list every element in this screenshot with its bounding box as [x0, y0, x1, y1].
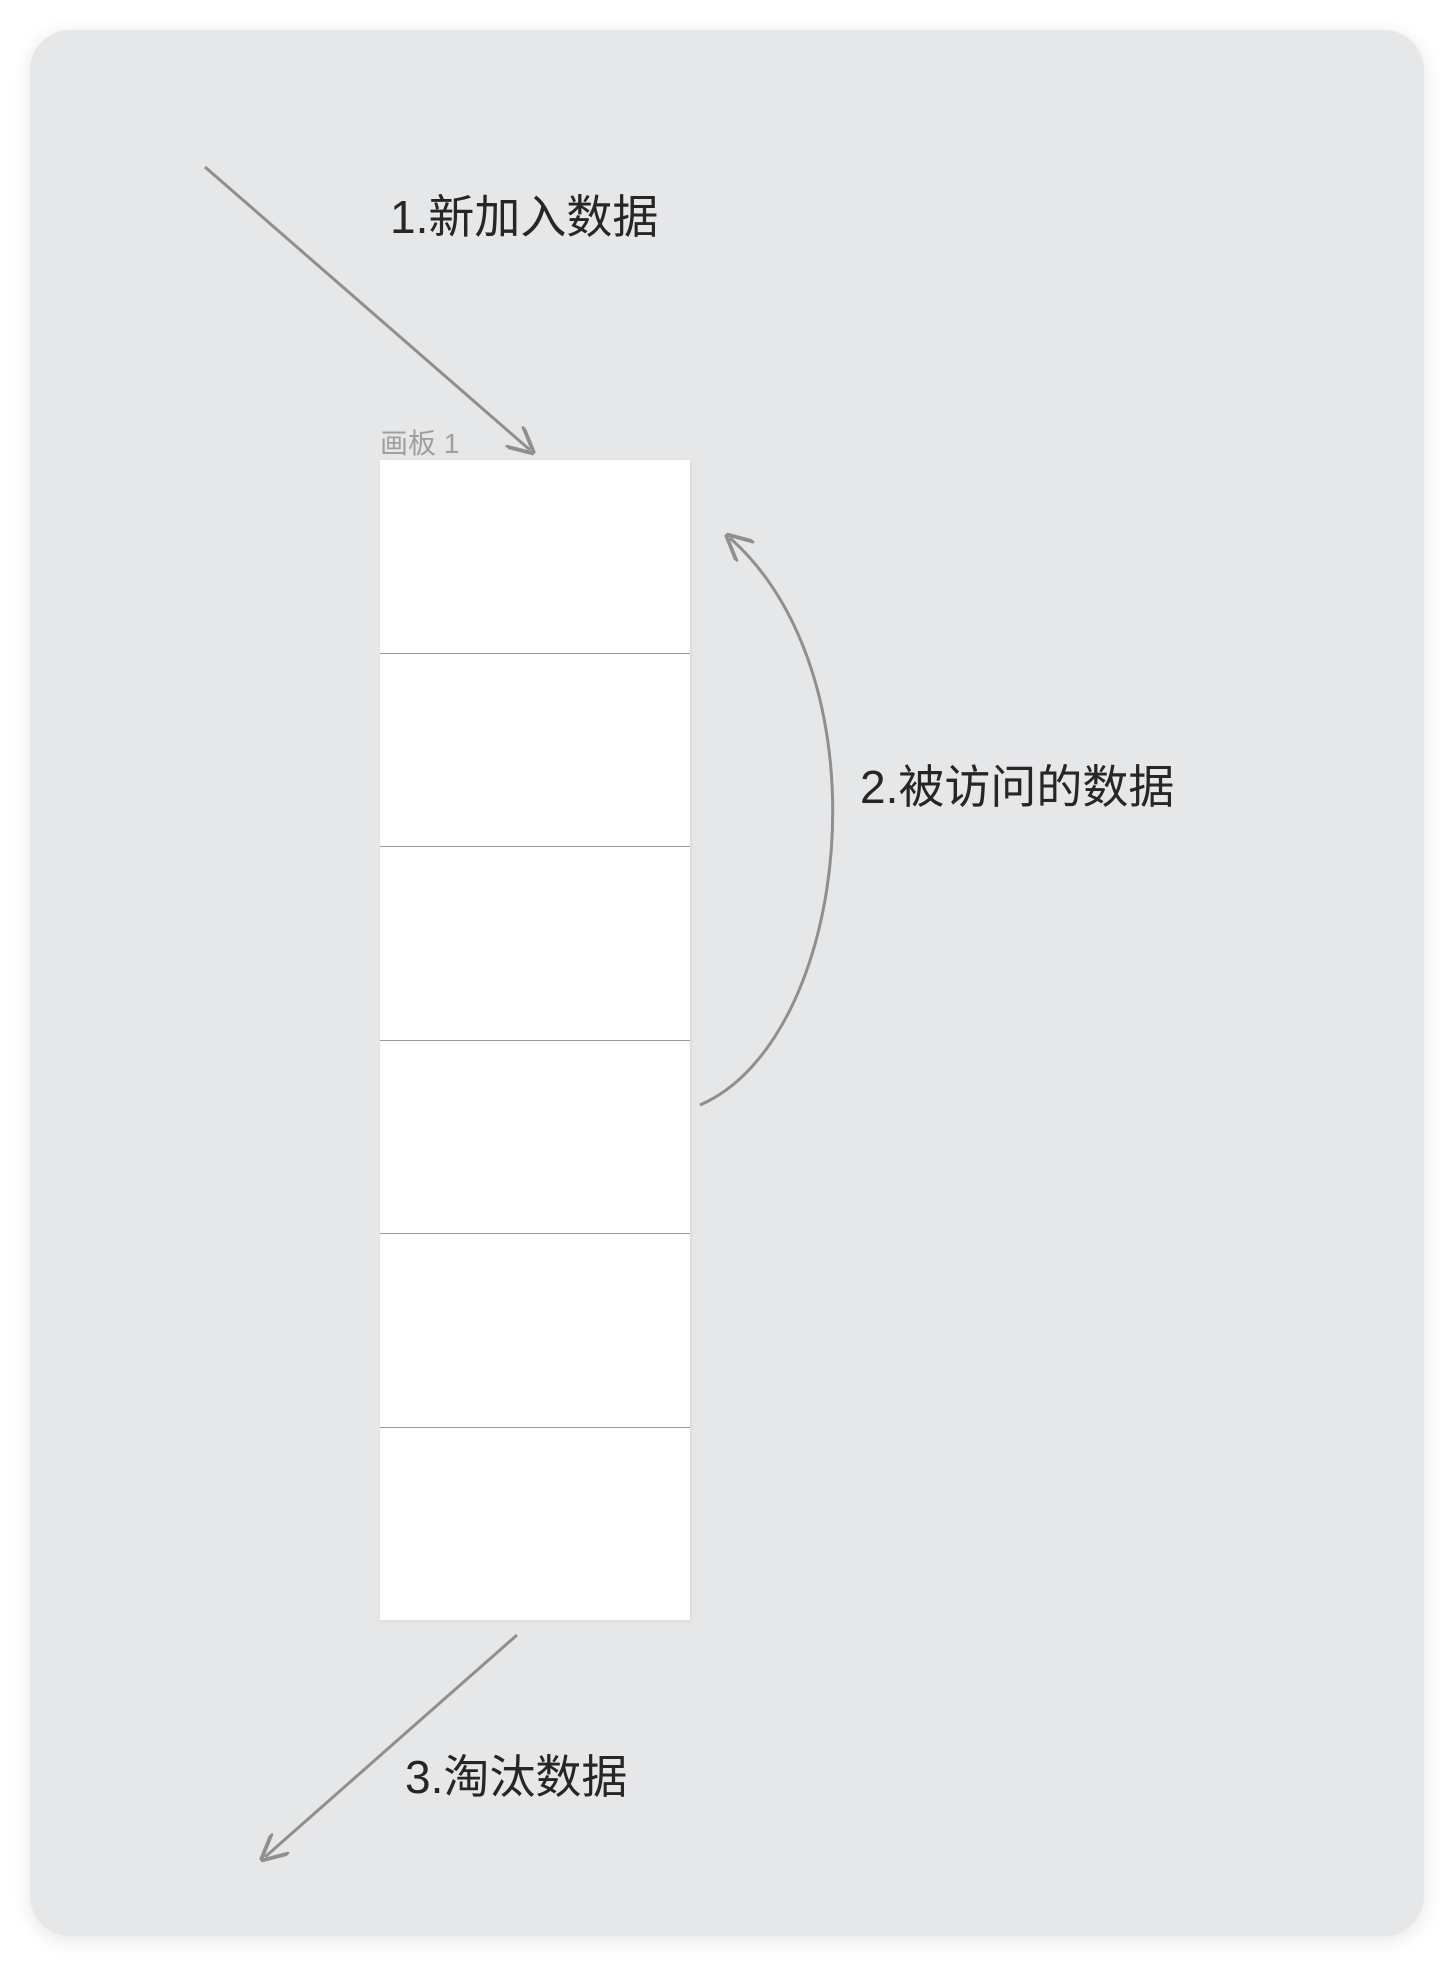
diagram-card: 画板 1 1.新加入数据 2.被访问的数据	[30, 30, 1424, 1936]
arrow-evict-icon	[30, 30, 1424, 1936]
